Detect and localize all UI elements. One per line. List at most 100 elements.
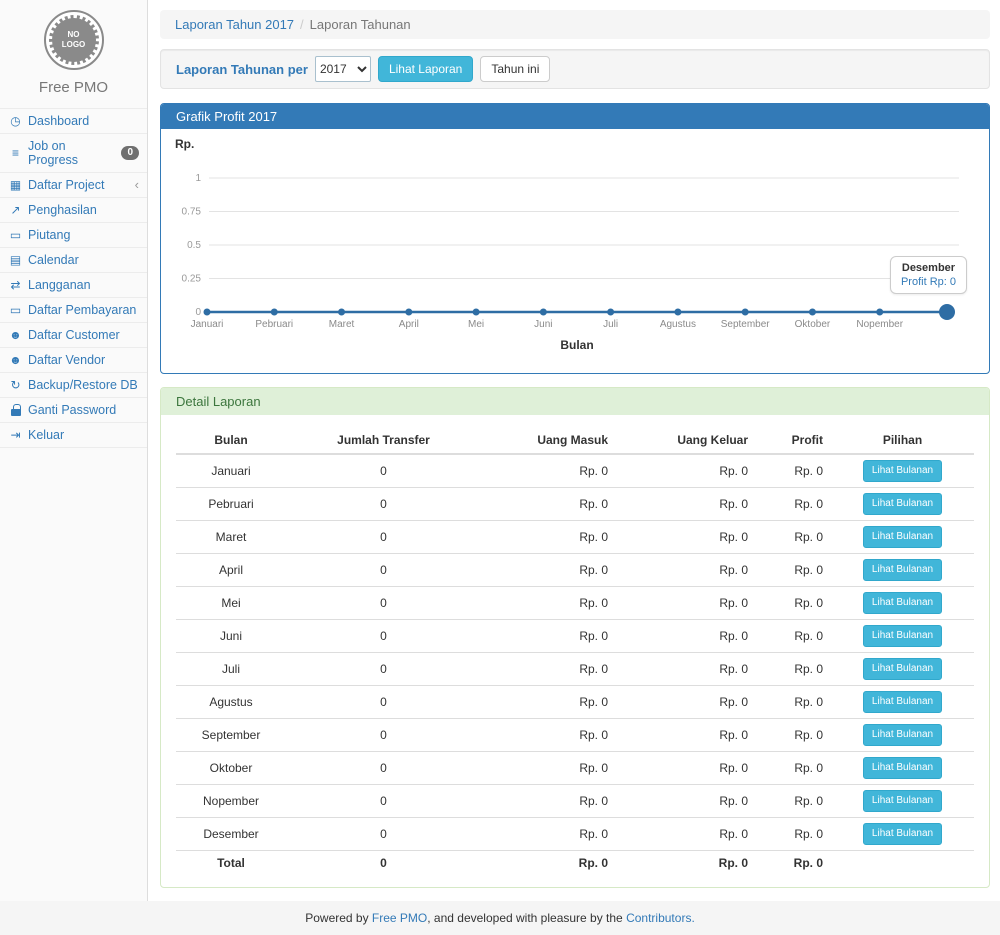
sidebar-item-label: Daftar Customer	[28, 328, 139, 342]
cell-pilihan: Lihat Bulanan	[831, 653, 974, 686]
dashboard-icon: ◷	[8, 114, 23, 128]
cell-bulan: Pebruari	[176, 488, 286, 521]
column-header-bulan: Bulan	[176, 427, 286, 454]
cell-pilihan: Lihat Bulanan	[831, 521, 974, 554]
cell-profit: Rp. 0	[756, 752, 831, 785]
sidebar-item-dashboard[interactable]: ◷ Dashboard	[0, 108, 147, 133]
calendar-icon: ▤	[8, 253, 23, 267]
cell-jumlah-transfer: 0	[286, 785, 481, 818]
chart-tooltip: Desember Profit Rp: 0	[890, 256, 967, 294]
year-select[interactable]: 2017	[315, 56, 371, 82]
cell-jumlah-transfer: 0	[286, 521, 481, 554]
cell-uang-keluar: Rp. 0	[616, 719, 756, 752]
lihat-bulanan-button[interactable]: Lihat Bulanan	[863, 724, 942, 746]
cell-jumlah-transfer: 0	[286, 488, 481, 521]
sidebar-item-penghasilan[interactable]: ↗Penghasilan	[0, 197, 147, 222]
cell-jumlah-transfer: 0	[286, 752, 481, 785]
sidebar-item-label: Daftar Pembayaran	[28, 303, 139, 317]
cell-jumlah-transfer: 0	[286, 620, 481, 653]
lihat-bulanan-button[interactable]: Lihat Bulanan	[863, 493, 942, 515]
svg-text:Maret: Maret	[329, 319, 355, 330]
svg-text:Agustus: Agustus	[660, 319, 696, 330]
sidebar-item-label: Ganti Password	[28, 403, 139, 417]
sidebar-item-langganan[interactable]: ⇄Langganan	[0, 272, 147, 297]
svg-text:0: 0	[195, 307, 201, 318]
logo: NO LOGO	[44, 10, 104, 70]
tooltip-title: Desember	[901, 262, 956, 274]
sidebar-item-keluar[interactable]: ⇥Keluar	[0, 422, 147, 448]
line-chart-icon: ↗	[8, 203, 23, 217]
lihat-bulanan-button[interactable]: Lihat Bulanan	[863, 559, 942, 581]
cell-uang-masuk: Rp. 0	[481, 554, 616, 587]
cell-pilihan: Lihat Bulanan	[831, 686, 974, 719]
lihat-bulanan-button[interactable]: Lihat Bulanan	[863, 592, 942, 614]
cell-bulan: Maret	[176, 521, 286, 554]
lihat-bulanan-button[interactable]: Lihat Bulanan	[863, 625, 942, 647]
sidebar-item-daftar-project[interactable]: ▦Daftar Project‹	[0, 172, 147, 197]
cell-pilihan: Lihat Bulanan	[831, 719, 974, 752]
lihat-bulanan-button[interactable]: Lihat Bulanan	[863, 526, 942, 548]
brand-name: Free PMO	[0, 79, 147, 96]
cell-uang-keluar: Rp. 0	[616, 454, 756, 488]
app-layout: NO LOGO Free PMO ◷ Dashboard ≡Job on Progr…	[0, 0, 1000, 901]
profit-chart-svg: 10.750.50.250JanuariPebruariMaretAprilMe…	[175, 155, 973, 355]
svg-text:0.5: 0.5	[187, 240, 201, 251]
users-icon: ☻	[8, 328, 23, 342]
cell-profit: Rp. 0	[756, 785, 831, 818]
cell-pilihan: Lihat Bulanan	[831, 818, 974, 851]
column-header-jumlah-transfer: Jumlah Transfer	[286, 427, 481, 454]
tooltip-value: Profit Rp: 0	[901, 276, 956, 288]
lihat-laporan-button[interactable]: Lihat Laporan	[378, 56, 473, 82]
sidebar-item-daftar-customer[interactable]: ☻ Daftar Customer	[0, 322, 147, 347]
count-badge: 0	[121, 146, 139, 160]
sidebar-item-label: Backup/Restore DB	[28, 378, 139, 392]
table-row: Desember0Rp. 0Rp. 0Rp. 0Lihat Bulanan	[176, 818, 974, 851]
breadcrumb-link[interactable]: Laporan Tahun 2017	[175, 17, 294, 32]
sidebar-item-daftar-vendor[interactable]: ☻Daftar Vendor	[0, 347, 147, 372]
column-header-profit: Profit	[756, 427, 831, 454]
cell-jumlah-transfer: 0	[286, 454, 481, 488]
cell-jumlah-transfer: 0	[286, 719, 481, 752]
lihat-bulanan-button[interactable]: Lihat Bulanan	[863, 460, 942, 482]
cell-uang-keluar: Rp. 0	[616, 818, 756, 851]
cell-bulan: Desember	[176, 818, 286, 851]
brand-block: NO LOGO Free PMO	[0, 0, 147, 108]
refresh-icon: ↻	[8, 378, 23, 392]
cell-profit: Rp. 0	[756, 719, 831, 752]
cell-profit: Rp. 0	[756, 587, 831, 620]
cell-uang-keluar: Rp. 0	[616, 752, 756, 785]
footer-text: Powered by Free PMO, and developed with …	[305, 911, 695, 925]
lihat-bulanan-button[interactable]: Lihat Bulanan	[863, 691, 942, 713]
sidebar-item-ganti-password[interactable]: Ganti Password	[0, 397, 147, 422]
column-header-uang-keluar: Uang Keluar	[616, 427, 756, 454]
sidebar-item-calendar[interactable]: ▤Calendar	[0, 247, 147, 272]
cell-bulan: Nopember	[176, 785, 286, 818]
main-content: Laporan Tahun 2017/Laporan Tahunan Lapor…	[148, 0, 1000, 901]
svg-text:1: 1	[195, 173, 201, 184]
lihat-bulanan-button[interactable]: Lihat Bulanan	[863, 823, 942, 845]
cell-jumlah-transfer: 0	[286, 587, 481, 620]
cell-bulan: September	[176, 719, 286, 752]
sidebar-item-backup-restore-db[interactable]: ↻ Backup/Restore DB	[0, 372, 147, 397]
contributors-link[interactable]: Contributors.	[626, 911, 695, 925]
cell-profit: Rp. 0	[756, 554, 831, 587]
tahun-ini-button[interactable]: Tahun ini	[480, 56, 550, 82]
sidebar: NO LOGO Free PMO ◷ Dashboard ≡Job on Progr…	[0, 0, 148, 901]
money-icon: ▭	[8, 228, 23, 242]
free-pmo-link[interactable]: Free PMO	[372, 911, 427, 925]
cell-uang-masuk: Rp. 0	[481, 454, 616, 488]
sidebar-item-job-on-progress[interactable]: ≡Job on Progress0	[0, 133, 147, 172]
table-row: Juni0Rp. 0Rp. 0Rp. 0Lihat Bulanan	[176, 620, 974, 653]
svg-text:Bulan: Bulan	[560, 338, 593, 352]
svg-text:Januari: Januari	[191, 319, 224, 330]
lihat-bulanan-button[interactable]: Lihat Bulanan	[863, 790, 942, 812]
cell-uang-keluar: Rp. 0	[616, 653, 756, 686]
cell-jumlah-transfer: 0	[286, 554, 481, 587]
sidebar-item-label: Dashboard	[28, 114, 139, 128]
cell-bulan: April	[176, 554, 286, 587]
lihat-bulanan-button[interactable]: Lihat Bulanan	[863, 658, 942, 680]
sidebar-item-piutang[interactable]: ▭Piutang	[0, 222, 147, 247]
sidebar-item-label: Keluar	[28, 428, 139, 442]
sidebar-item-daftar-pembayaran[interactable]: ▭Daftar Pembayaran	[0, 297, 147, 322]
lihat-bulanan-button[interactable]: Lihat Bulanan	[863, 757, 942, 779]
